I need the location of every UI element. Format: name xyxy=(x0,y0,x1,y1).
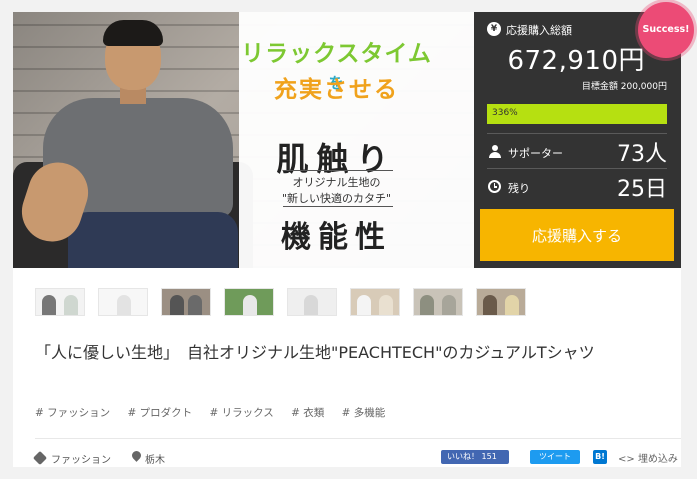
project-hero-image[interactable]: リラックスタイムを 充実させる 肌触り オリジナル生地の "新しい快適のカタチ"… xyxy=(13,12,474,268)
tag-link[interactable]: # 衣類 xyxy=(291,407,324,419)
total-amount-label: 応援購入総額 xyxy=(506,24,572,37)
facebook-like-button[interactable]: いいね！ 151 xyxy=(441,450,509,464)
thumbnail-7[interactable] xyxy=(413,288,463,316)
location-pin-icon xyxy=(130,449,143,462)
embed-label: 埋め込み xyxy=(637,454,678,465)
supporters-value: 73人 xyxy=(617,142,667,167)
thumbnail-1[interactable] xyxy=(35,288,85,316)
hero-catch-line-2: 充実させる xyxy=(274,77,399,103)
tag-list: # ファッション # プロダクト # リラックス # 衣類 # 多機能 xyxy=(35,405,399,420)
category-link[interactable]: ファッション xyxy=(51,451,111,466)
tag-link[interactable]: # ファッション xyxy=(35,407,110,419)
divider xyxy=(487,133,667,134)
hero-title-2: 機能性 xyxy=(281,220,392,255)
hatena-bookmark-button[interactable]: B! xyxy=(593,450,607,464)
hero-rule-bottom xyxy=(283,206,393,207)
thumbnail-6[interactable] xyxy=(350,288,400,316)
hero-sub-line-2: "新しい快適のカタチ" xyxy=(281,192,392,205)
footer-divider xyxy=(35,438,681,439)
thumbnail-4[interactable] xyxy=(224,288,274,316)
hero-sub-line-1: オリジナル生地の xyxy=(292,176,381,189)
remaining-label: 残り xyxy=(508,182,530,195)
thumbnail-5[interactable] xyxy=(287,288,337,316)
progress-bar: 336% xyxy=(487,104,667,124)
tag-link[interactable]: # プロダクト xyxy=(127,407,192,419)
divider xyxy=(487,168,667,169)
support-purchase-button[interactable]: 応援購入する xyxy=(480,209,674,261)
hero-rule-top xyxy=(283,170,393,171)
person-legs xyxy=(68,212,238,268)
thumbnail-3[interactable] xyxy=(161,288,211,316)
tag-icon xyxy=(32,450,48,466)
total-amount-value: 672,910円 xyxy=(507,46,645,76)
project-title[interactable]: 「人に優しい生地」 自社オリジナル生地"PEACHTECH"のカジュアルTシャツ xyxy=(35,339,675,366)
person-hair xyxy=(103,20,163,46)
yen-icon: ¥ xyxy=(487,22,501,36)
project-card: リラックスタイムを 充実させる 肌触り オリジナル生地の "新しい快適のカタチ"… xyxy=(13,12,681,467)
tag-link[interactable]: # 多機能 xyxy=(342,407,386,419)
person-icon xyxy=(489,145,501,158)
target-amount: 目標金額 200,000円 xyxy=(581,82,667,92)
thumbnail-2[interactable] xyxy=(98,288,148,316)
clock-icon xyxy=(488,180,501,193)
embed-button[interactable]: <> 埋め込み xyxy=(618,450,678,465)
progress-percent: 336% xyxy=(492,108,518,118)
remaining-value: 25日 xyxy=(617,177,667,202)
success-badge: Success! xyxy=(638,2,694,58)
tweet-button[interactable]: ツイート xyxy=(530,450,580,464)
supporters-label: サポーター xyxy=(508,147,563,160)
thumbnail-8[interactable] xyxy=(476,288,526,316)
tag-link[interactable]: # リラックス xyxy=(209,407,273,419)
location-link[interactable]: 栃木 xyxy=(145,451,165,466)
